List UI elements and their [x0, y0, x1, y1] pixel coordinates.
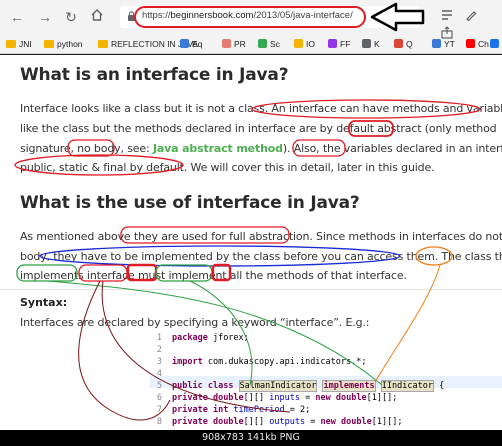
bookmark-label: python [57, 39, 83, 49]
bookmark-item[interactable]: PR [222, 37, 246, 51]
folder-icon [44, 40, 54, 48]
code-line-text: private int timePeriod = 2; [172, 405, 311, 415]
bookmark-item[interactable]: Sc [258, 37, 280, 51]
code-line-number: 7 [156, 405, 162, 415]
site-favicon-icon [490, 39, 499, 48]
code-line: 2 [150, 345, 502, 357]
divider [0, 289, 502, 290]
bookmarks-bar: JNI python REFLECTION IN JAVA Eq PR Sc IO FF K Q Y… [0, 34, 502, 54]
java-abstract-method-link[interactable]: Java abstract method [153, 142, 283, 155]
heading-use-of-interface: What is the use of interface in Java? [20, 193, 360, 213]
site-favicon-icon [258, 39, 267, 48]
site-favicon-icon [294, 39, 303, 48]
browser-chrome: ← → ↻ https://beginnersbook.com/2013/05/… [0, 0, 502, 54]
bookmark-label: K [374, 39, 380, 49]
bookmark-label: FF [340, 39, 351, 49]
home-icon[interactable] [88, 8, 106, 26]
site-favicon-icon [432, 39, 441, 48]
bookmark-item[interactable]: Q [490, 37, 502, 51]
code-line: 8 private double[][] outputs = new doubl… [150, 417, 502, 429]
code-line-number: 8 [156, 417, 162, 427]
para1-line1: Interface looks like a class but it is n… [20, 102, 502, 115]
bookmark-label: JNI [19, 39, 32, 49]
code-line-number: 1 [156, 333, 162, 343]
code-line-text: public class SalmanIndicator implements … [172, 380, 445, 392]
bookmark-item[interactable]: K [362, 37, 380, 51]
url-highlight-annotation [134, 6, 366, 28]
para2-line3: implements interface must implement all … [20, 269, 407, 282]
folder-icon [6, 40, 16, 48]
code-line-number: 5 [156, 381, 162, 391]
pen-icon[interactable] [464, 8, 478, 22]
code-line: 3 import com.dukascopy.api.indicators.*; [150, 357, 502, 369]
bookmark-label: IO [306, 39, 315, 49]
code-line-number: 2 [156, 345, 162, 355]
para1-line3: signature, no body, see: Java abstract m… [20, 142, 502, 155]
status-bar: 908x783 141kb PNG [0, 430, 502, 446]
para1-line2: like the class but the methods declared … [20, 122, 497, 135]
bookmark-label: Eq [192, 39, 203, 49]
para3: Interfaces are declared by specifying a … [20, 316, 370, 329]
bookmark-label: Q [406, 39, 413, 49]
code-line: 5 public class SalmanIndicator implements… [150, 380, 502, 393]
bookmark-item[interactable]: JNI [6, 37, 32, 51]
article-page: What is an interface in Java? Interface … [0, 55, 502, 430]
syntax-label: Syntax: [20, 296, 68, 309]
bookmark-item[interactable]: Ch [466, 37, 489, 51]
site-favicon-icon [222, 39, 231, 48]
bookmark-item[interactable]: Q [394, 37, 413, 51]
site-favicon-icon [180, 39, 189, 48]
code-line-number: 3 [156, 357, 162, 367]
code-line: 7 private int timePeriod = 2; [150, 405, 502, 417]
bookmark-item[interactable]: Eq [180, 37, 202, 51]
code-line: 6 private double[][] inputs = new double… [150, 393, 502, 405]
bookmark-item[interactable]: YT [432, 37, 455, 51]
forward-icon[interactable]: → [36, 8, 54, 26]
para1-line4: public, static & final by default. We wi… [20, 161, 435, 174]
code-line-text: private double[][] inputs = new double[1… [172, 393, 398, 403]
code-line: 1 package jforex; [150, 333, 502, 345]
site-favicon-icon [362, 39, 371, 48]
folder-icon [98, 40, 108, 48]
bookmark-label: YT [444, 39, 455, 49]
heading-what-is-interface: What is an interface in Java? [20, 65, 289, 85]
reload-icon[interactable]: ↻ [62, 8, 80, 26]
code-line-text: private double[][] outputs = new double[… [172, 417, 403, 427]
code-screenshot: 1 package jforex; 2 3 import com.dukascopy.a… [150, 331, 502, 430]
bookmark-star-icon[interactable]: ☆ [396, 8, 408, 24]
bookmark-label: Sc [270, 39, 280, 49]
bookmark-label: PR [234, 39, 246, 49]
site-favicon-icon [466, 39, 475, 48]
bookmark-item[interactable]: python [44, 37, 83, 51]
code-line-text: import com.dukascopy.api.indicators.*; [172, 357, 367, 367]
para2-line2: body, they have to be implemented by the… [20, 250, 502, 263]
code-line-number: 4 [156, 369, 162, 379]
para2-line1: As mentioned above they are used for ful… [20, 230, 502, 243]
site-favicon-icon [328, 39, 337, 48]
back-icon[interactable]: ← [8, 8, 26, 26]
code-line-text: package jforex; [172, 333, 249, 343]
bookmark-item[interactable]: FF [328, 37, 350, 51]
code-line-number: 6 [156, 393, 162, 403]
bookmark-label: Ch [478, 39, 489, 49]
reading-list-icon[interactable] [440, 8, 454, 22]
site-favicon-icon [394, 39, 403, 48]
bookmark-item[interactable]: IO [294, 37, 315, 51]
